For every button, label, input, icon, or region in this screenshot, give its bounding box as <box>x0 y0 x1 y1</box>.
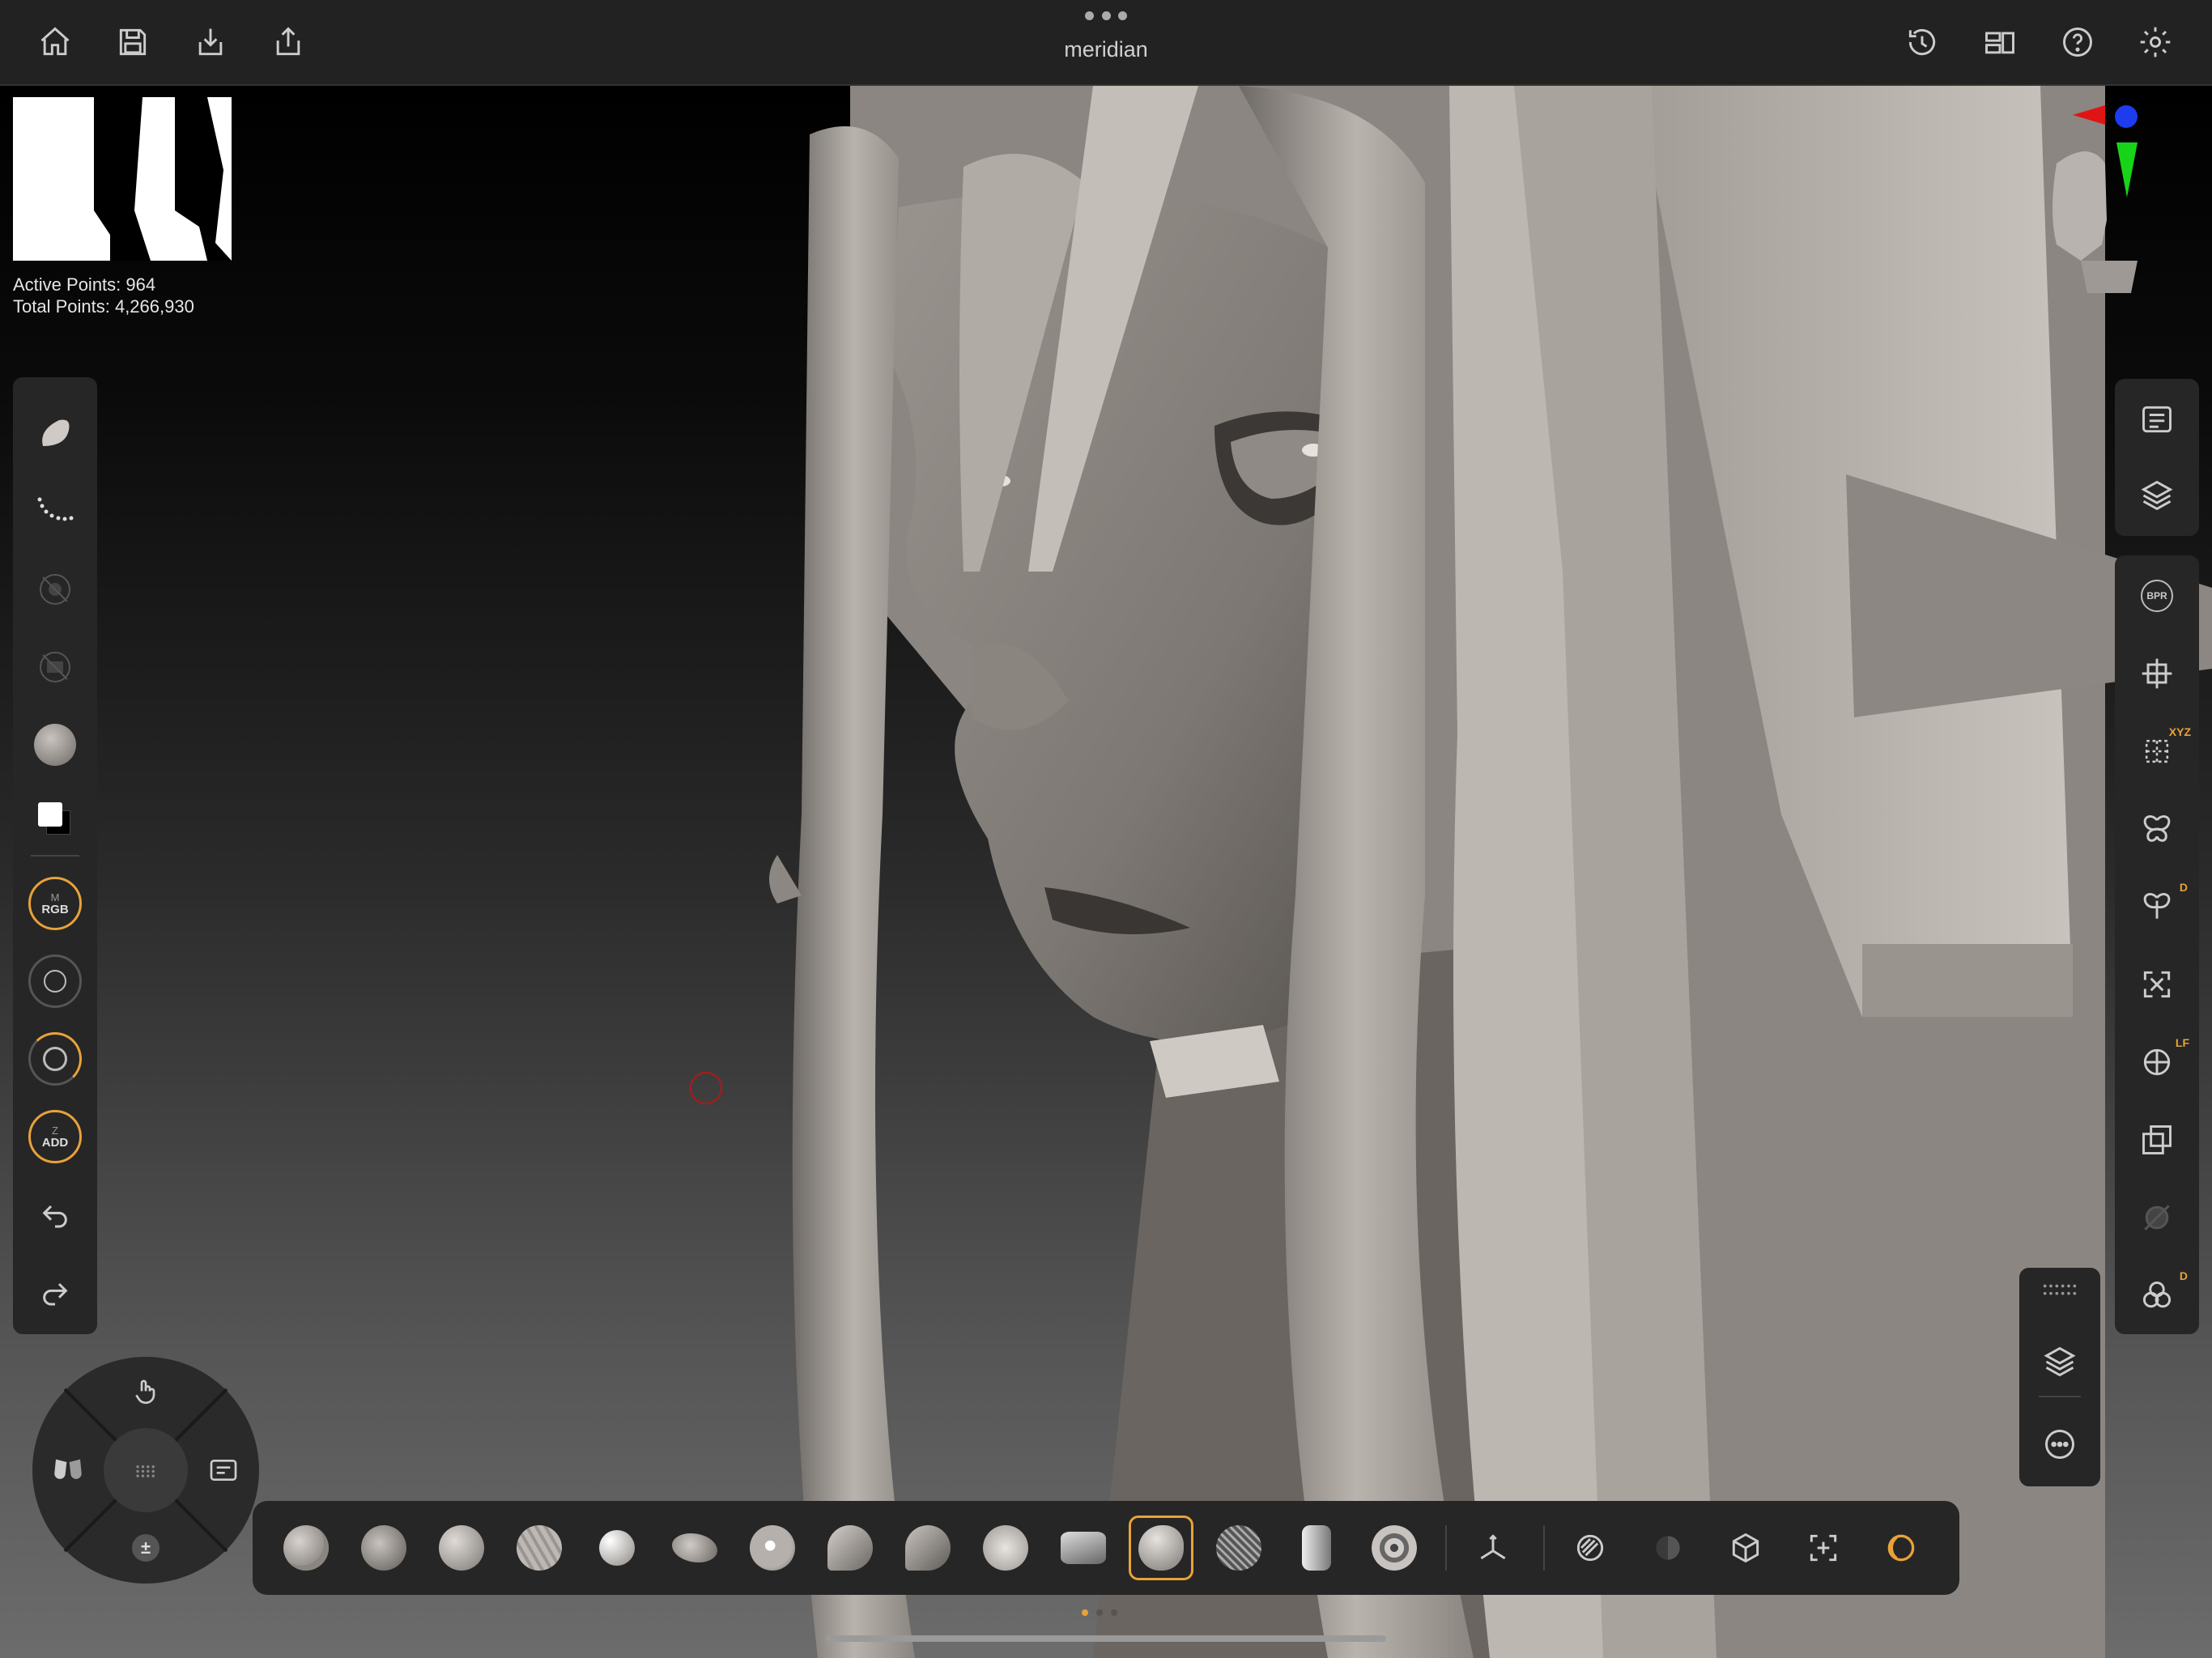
symmetry-icon[interactable] <box>2115 797 2199 861</box>
alpha-off-icon[interactable] <box>13 557 97 622</box>
navigation-cube[interactable] <box>2024 99 2154 301</box>
sculpt-viewport[interactable] <box>0 86 2212 1658</box>
grip-icon[interactable] <box>2019 1268 2100 1313</box>
share-icon[interactable] <box>264 18 313 66</box>
sculpt-model <box>769 86 2212 1658</box>
local-frame-icon[interactable]: LF <box>2115 1030 2199 1095</box>
color-swatch-icon[interactable] <box>13 787 97 852</box>
brush-standard[interactable] <box>429 1516 494 1580</box>
gesture-icon[interactable] <box>121 1368 170 1417</box>
polyframe-icon[interactable] <box>2115 1107 2199 1172</box>
mini-layers-icon[interactable] <box>2019 1329 2100 1394</box>
settings-icon[interactable] <box>2131 18 2180 66</box>
brush-chisel[interactable] <box>1051 1516 1116 1580</box>
plus-minus-icon[interactable]: ± <box>121 1524 170 1572</box>
help-icon[interactable] <box>2053 18 2102 66</box>
brush-move[interactable] <box>662 1516 727 1580</box>
frame-icon[interactable] <box>2115 952 2199 1017</box>
subtools-list-icon[interactable] <box>2115 387 2199 452</box>
brush-clay-buildup[interactable] <box>274 1516 338 1580</box>
menu-grid-icon[interactable] <box>104 1428 188 1512</box>
brush-mesh-insert[interactable] <box>1206 1516 1271 1580</box>
brush-inflate[interactable] <box>585 1516 649 1580</box>
right-main-panel: BPR XYZ D LF D <box>2115 555 2199 1334</box>
layers-icon[interactable] <box>2115 463 2199 528</box>
multitasking-dots[interactable] <box>1085 11 1127 26</box>
mask-toggle-icon[interactable] <box>1558 1516 1623 1580</box>
layout-icon[interactable] <box>1976 18 2024 66</box>
dynamesh-icon[interactable] <box>1869 1516 1933 1580</box>
brush-clay-tubes[interactable] <box>351 1516 416 1580</box>
right-top-panel <box>2115 379 2199 536</box>
texture-off-icon[interactable] <box>13 635 97 699</box>
left-toolbar: M RGB Z ADD <box>13 377 97 1334</box>
dynamic-symmetry-icon[interactable]: D <box>2115 874 2199 939</box>
brush-snakehook[interactable] <box>740 1516 805 1580</box>
brush-imm[interactable] <box>1284 1516 1349 1580</box>
zadd-mode-button[interactable]: Z ADD <box>13 1104 97 1169</box>
brush-bar <box>253 1501 1959 1595</box>
brush-smooth[interactable] <box>973 1516 1038 1580</box>
history-icon[interactable] <box>1898 18 1946 66</box>
brush-standard-selected[interactable] <box>1129 1516 1193 1580</box>
intensity-icon[interactable] <box>13 1027 97 1091</box>
material-icon[interactable] <box>13 712 97 777</box>
brush-curve[interactable] <box>1362 1516 1427 1580</box>
home-icon[interactable] <box>31 18 79 66</box>
rgb-mode-button[interactable]: M RGB <box>13 871 97 936</box>
brush-page-indicator[interactable] <box>1080 1609 1129 1618</box>
silhouette-thumbnail[interactable] <box>13 97 232 261</box>
brush-hpolish[interactable] <box>895 1516 960 1580</box>
redo-icon[interactable] <box>13 1260 97 1324</box>
selection-icon[interactable] <box>1791 1516 1856 1580</box>
mini-panel <box>2019 1268 2100 1486</box>
document-title: meridian <box>1064 37 1148 62</box>
top-bar: meridian <box>0 0 2212 86</box>
visibility-icon[interactable] <box>1636 1516 1700 1580</box>
undo-icon[interactable] <box>13 1182 97 1247</box>
home-indicator[interactable] <box>826 1635 1386 1642</box>
active-points: Active Points: 964 <box>13 274 156 295</box>
mode-icon[interactable] <box>199 1446 248 1494</box>
symmetry-xyz-icon[interactable]: XYZ <box>2115 719 2199 784</box>
stroke-icon[interactable] <box>13 479 97 544</box>
mesh-icon[interactable] <box>1713 1516 1778 1580</box>
brush-damstandard[interactable] <box>507 1516 572 1580</box>
dynamic-icon[interactable]: D <box>2115 1263 2199 1328</box>
bpr-icon[interactable]: BPR <box>2115 563 2199 628</box>
total-points: Total Points: 4,266,930 <box>13 296 194 317</box>
transform-icon[interactable] <box>2115 641 2199 706</box>
import-icon[interactable] <box>186 18 235 66</box>
more-icon[interactable] <box>2019 1412 2100 1477</box>
brush-preview-icon[interactable] <box>13 402 97 466</box>
solo-icon[interactable] <box>2115 1185 2199 1250</box>
brush-cursor <box>690 1072 722 1104</box>
save-icon[interactable] <box>108 18 157 66</box>
masks-icon[interactable] <box>44 1446 92 1494</box>
gizmo-icon[interactable] <box>1461 1516 1525 1580</box>
quick-dial: ± <box>32 1357 259 1584</box>
draw-size-icon[interactable] <box>13 949 97 1014</box>
brush-trim-dynamic[interactable] <box>818 1516 883 1580</box>
point-stats: Active Points: 964 Total Points: 4,266,9… <box>13 274 194 317</box>
